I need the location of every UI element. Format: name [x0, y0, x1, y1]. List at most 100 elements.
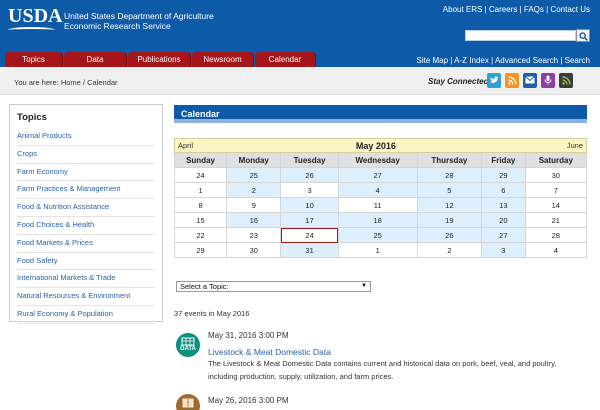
sidebar-item-farm-practices[interactable]: Farm Practices & Management	[17, 181, 155, 200]
calendar-day-with-events[interactable]: 3	[481, 242, 526, 258]
calendar-day-with-events[interactable]: 12	[416, 197, 483, 213]
feed-icon[interactable]	[559, 73, 573, 88]
calendar-day-with-events[interactable]: 31	[280, 242, 339, 258]
event-date: May 31, 2016 3:00 PM	[208, 331, 289, 340]
dropdown-arrow-icon: ▼	[361, 283, 367, 289]
sidebar-item-natural-resources[interactable]: Natural Resources & Environment	[17, 288, 155, 306]
calendar-day: 21	[524, 212, 588, 228]
tab-publications[interactable]: Publications	[128, 52, 191, 67]
next-month-link[interactable]: June	[525, 138, 588, 153]
calendar-day: 15	[173, 212, 228, 228]
link-about-ers[interactable]: About ERS	[443, 5, 483, 14]
topic-select[interactable]: Select a Topic: ▼	[176, 281, 371, 292]
tab-topics[interactable]: Topics	[5, 52, 63, 67]
podcast-icon[interactable]	[541, 73, 555, 88]
calendar-week: 29 30 31 1 2 3 4	[173, 242, 588, 258]
calendar-day-with-events[interactable]: 25	[226, 167, 282, 183]
calendar-day-with-events[interactable]: 10	[280, 197, 339, 213]
weekday-header: Sunday	[173, 152, 228, 168]
tab-calendar[interactable]: Calendar	[255, 52, 316, 67]
prev-month-link[interactable]: April	[173, 138, 227, 153]
calendar-day-with-events[interactable]: 26	[280, 167, 339, 183]
site-header: USDA United States Department of Agricul…	[0, 0, 600, 52]
link-az-index[interactable]: A-Z Index	[454, 56, 489, 65]
month-nav-row: April May 2016 June	[173, 138, 588, 153]
utility-links: Site Map | A-Z Index | Advanced Search |…	[416, 56, 591, 65]
calendar-day-with-events[interactable]: 16	[226, 212, 282, 228]
calendar-day: 30	[226, 242, 282, 258]
calendar-day-with-events[interactable]: 6	[481, 182, 526, 198]
sidebar-item-animal-products[interactable]: Animal Products	[17, 128, 155, 146]
calendar-day-with-events[interactable]: 27	[481, 227, 526, 243]
calendar-day: 11	[337, 197, 418, 213]
calendar-day-with-events[interactable]: 19	[416, 212, 483, 228]
breadcrumb: You are here: Home / Calendar	[14, 78, 118, 87]
calendar-day: 9	[226, 197, 282, 213]
event-date: May 26, 2016 3:00 PM	[208, 396, 289, 405]
usda-logo[interactable]: USDA	[8, 5, 62, 33]
sidebar-item-farm-economy[interactable]: Farm Economy	[17, 164, 155, 182]
event-description: The Livestock & Meat Domestic Data conta…	[208, 359, 557, 381]
link-faqs[interactable]: FAQs	[524, 5, 544, 14]
link-search[interactable]: Search	[565, 56, 590, 65]
calendar-grid: April May 2016 June Sunday Monday Tuesda…	[173, 138, 588, 258]
calendar-week: 22 23 24 25 26 27 28	[173, 227, 588, 243]
sidebar-item-food-markets-prices[interactable]: Food Markets & Prices	[17, 235, 155, 253]
sidebar-item-food-choices-health[interactable]: Food Choices & Health	[17, 217, 155, 235]
calendar-day: 3	[280, 182, 339, 198]
weekday-header: Friday	[481, 152, 526, 168]
link-advanced-search[interactable]: Advanced Search	[495, 56, 558, 65]
calendar-week: 24 25 26 27 28 29 30	[173, 167, 588, 183]
data-product-icon: DATA	[176, 333, 200, 357]
email-icon[interactable]	[523, 73, 537, 88]
calendar-day: 7	[524, 182, 588, 198]
search-icon	[579, 32, 588, 41]
search-button[interactable]	[576, 29, 590, 42]
calendar-day: 14	[524, 197, 588, 213]
calendar-day-with-events[interactable]: 18	[337, 212, 418, 228]
calendar-day-with-events[interactable]: 25	[337, 227, 418, 243]
link-site-map[interactable]: Site Map	[417, 56, 449, 65]
search-input[interactable]	[465, 30, 576, 41]
calendar-day: 1	[337, 242, 418, 258]
top-links: About ERS | Careers | FAQs | Contact Us	[442, 5, 590, 14]
calendar-day-with-events[interactable]: 27	[337, 167, 418, 183]
sidebar-item-food-nutrition-assistance[interactable]: Food & Nutrition Assistance	[17, 199, 155, 217]
calendar-day-with-events[interactable]: 13	[481, 197, 526, 213]
sidebar-item-food-safety[interactable]: Food Safety	[17, 253, 155, 271]
twitter-icon[interactable]	[487, 73, 501, 88]
calendar-day-with-events[interactable]: 29	[481, 167, 526, 183]
sidebar-item-rural-economy[interactable]: Rural Economy & Population	[17, 306, 155, 324]
calendar-day-with-events[interactable]: 4	[337, 182, 418, 198]
sidebar-item-international-markets[interactable]: International Markets & Trade	[17, 270, 155, 289]
calendar-day-today[interactable]: 24	[280, 227, 339, 243]
calendar-day: 29	[173, 242, 228, 258]
tab-data[interactable]: Data	[64, 52, 127, 67]
weekday-header: Saturday	[524, 152, 588, 168]
weekday-header-row: Sunday Monday Tuesday Wednesday Thursday…	[173, 152, 588, 168]
agency-name[interactable]: United States Department of Agriculture …	[64, 11, 214, 31]
calendar-day: 1	[173, 182, 228, 198]
main-nav: Topics Data Publications Newsroom Calend…	[0, 52, 600, 67]
tab-newsroom[interactable]: Newsroom	[192, 52, 254, 67]
weekday-header: Thursday	[416, 152, 483, 168]
calendar-day-with-events[interactable]: 28	[416, 167, 483, 183]
link-careers[interactable]: Careers	[489, 5, 517, 14]
link-contact-us[interactable]: Contact Us	[550, 5, 590, 14]
sidebar-title: Topics	[17, 112, 47, 123]
calendar-week: 1 2 3 4 5 6 7	[173, 182, 588, 198]
month-title: May 2016	[226, 138, 526, 153]
weekday-header: Monday	[226, 152, 282, 168]
calendar-day-with-events[interactable]: 26	[416, 227, 483, 243]
calendar-day-with-events[interactable]: 2	[226, 182, 282, 198]
calendar-day-with-events[interactable]: 20	[481, 212, 526, 228]
rss-icon[interactable]	[505, 73, 519, 88]
sidebar-item-crops[interactable]: Crops	[17, 146, 155, 164]
calendar-day-with-events[interactable]: 17	[280, 212, 339, 228]
events-count: 37 events in May 2016	[174, 309, 250, 318]
topics-sidebar: Topics Animal Products Crops Farm Econom…	[9, 104, 163, 324]
calendar-day: 30	[524, 167, 588, 183]
calendar-day: 22	[173, 227, 228, 243]
event-title-link[interactable]: Livestock & Meat Domestic Data	[208, 347, 331, 357]
calendar-day-with-events[interactable]: 5	[416, 182, 483, 198]
